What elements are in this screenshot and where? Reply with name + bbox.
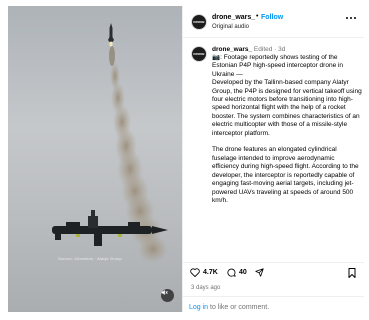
comment-icon — [227, 268, 236, 277]
instagram-post: Source: Ukrainian · Alatyr Group DRONE d… — [0, 0, 369, 320]
follow-button[interactable]: Follow — [261, 14, 283, 21]
login-link[interactable]: Log in — [189, 304, 208, 311]
rocket-shape — [108, 23, 114, 47]
caption-username[interactable]: drone_wars_ — [212, 46, 252, 53]
like-button[interactable]: 4.7K — [190, 268, 218, 277]
share-icon — [255, 268, 264, 277]
post-footer: Log in to like or comment. — [183, 296, 364, 312]
video-frame-image — [52, 23, 168, 263]
video-watermark: Source: Ukrainian · Alatyr Group — [58, 256, 122, 261]
share-button[interactable] — [255, 268, 264, 277]
post-header: DRONE drone_wars_ • Follow Original audi… — [183, 6, 364, 38]
avatar-icon[interactable]: DRONE — [191, 14, 207, 30]
caption-meta: Edited · 3d — [253, 46, 286, 53]
header-separator: • — [256, 13, 259, 20]
mute-icon — [161, 290, 168, 295]
caption-text: 📷: Footage reportedly shows testing of t… — [212, 54, 362, 204]
comment-button[interactable]: 40 — [227, 268, 247, 277]
mute-button[interactable] — [161, 289, 174, 302]
post-panel: DRONE drone_wars_ • Follow Original audi… — [182, 6, 364, 312]
post-video[interactable]: Source: Ukrainian · Alatyr Group — [8, 6, 182, 312]
original-audio-link[interactable]: Original audio — [212, 24, 249, 30]
more-options-icon[interactable] — [346, 17, 356, 21]
post-time[interactable]: 3 days ago — [191, 285, 220, 291]
comment-count: 40 — [239, 269, 247, 276]
bookmark-icon[interactable] — [348, 268, 356, 278]
heart-icon — [190, 268, 200, 277]
header-username[interactable]: drone_wars_ — [212, 14, 255, 21]
login-prompt-text: to like or comment. — [208, 304, 270, 311]
login-prompt: Log in to like or comment. — [189, 304, 269, 311]
action-bar: 4.7K 40 — [183, 262, 364, 278]
caption-avatar-icon[interactable]: DRONE — [191, 46, 207, 62]
caption-header: drone_wars_ Edited · 3d — [212, 46, 285, 53]
like-count: 4.7K — [203, 269, 218, 276]
